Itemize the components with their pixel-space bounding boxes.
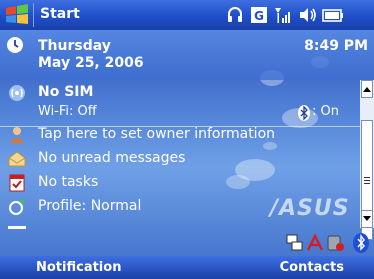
start-title[interactable]: Start — [40, 6, 80, 22]
scroll-up-button[interactable] — [361, 80, 373, 98]
partial-row-icon — [8, 226, 26, 229]
time-label[interactable]: 8:49 PM — [304, 38, 368, 54]
messages-row[interactable]: No unread messages — [0, 148, 360, 170]
today-screen: /ASUS Start G Thursday May 25, 2006 8:49… — [0, 0, 374, 279]
contacts-softkey[interactable]: Contacts — [280, 260, 344, 275]
acrobat-icon[interactable] — [306, 234, 324, 252]
up-arrow-icon — [363, 87, 371, 92]
sim-status: No SIM — [38, 84, 94, 100]
g-network-icon[interactable]: G — [250, 6, 268, 24]
connection-row[interactable]: No SIM Wi-Fi: Off : On — [0, 82, 360, 128]
windows-logo-icon[interactable] — [5, 4, 29, 26]
network-icon[interactable] — [286, 234, 304, 252]
envelope-icon — [8, 151, 26, 167]
bluetooth-status[interactable]: : On — [312, 104, 339, 119]
date-label: May 25, 2006 — [38, 55, 144, 71]
battery-icon[interactable] — [322, 6, 344, 24]
owner-text: Tap here to set owner information — [38, 126, 276, 142]
headset-icon[interactable] — [226, 6, 244, 24]
date-time-row[interactable]: Thursday May 25, 2006 8:49 PM — [0, 30, 374, 80]
bluetooth-tray-icon[interactable] — [352, 232, 370, 254]
softkey-bar: Notification Contacts — [0, 256, 374, 279]
messages-text: No unread messages — [38, 150, 186, 166]
profile-row[interactable]: Profile: Normal — [0, 196, 360, 218]
clock-icon — [7, 37, 23, 53]
profile-icon — [9, 199, 24, 215]
profile-text: Profile: Normal — [38, 198, 142, 214]
speaker-icon[interactable] — [298, 6, 318, 24]
tasks-row[interactable]: No tasks — [0, 172, 360, 194]
phone-off-icon[interactable] — [326, 234, 346, 252]
bluetooth-icon — [298, 105, 310, 121]
wifi-status[interactable]: Wi-Fi: Off — [38, 104, 97, 119]
down-arrow-icon — [363, 216, 371, 221]
owner-info-row[interactable]: Tap here to set owner information — [0, 124, 360, 146]
day-label: Thursday — [38, 38, 111, 54]
owner-icon — [10, 127, 24, 143]
title-bar: Start G — [0, 0, 374, 30]
tray — [286, 232, 374, 254]
notification-softkey[interactable]: Notification — [36, 260, 121, 275]
signal-icon[interactable] — [274, 6, 294, 24]
tasks-icon — [9, 174, 25, 192]
title-separator — [33, 3, 34, 27]
scroll-down-button[interactable] — [361, 210, 373, 228]
scrollbar[interactable] — [360, 80, 374, 240]
tasks-text: No tasks — [38, 174, 99, 190]
svg-text:G: G — [254, 9, 264, 23]
antenna-icon — [9, 85, 25, 101]
